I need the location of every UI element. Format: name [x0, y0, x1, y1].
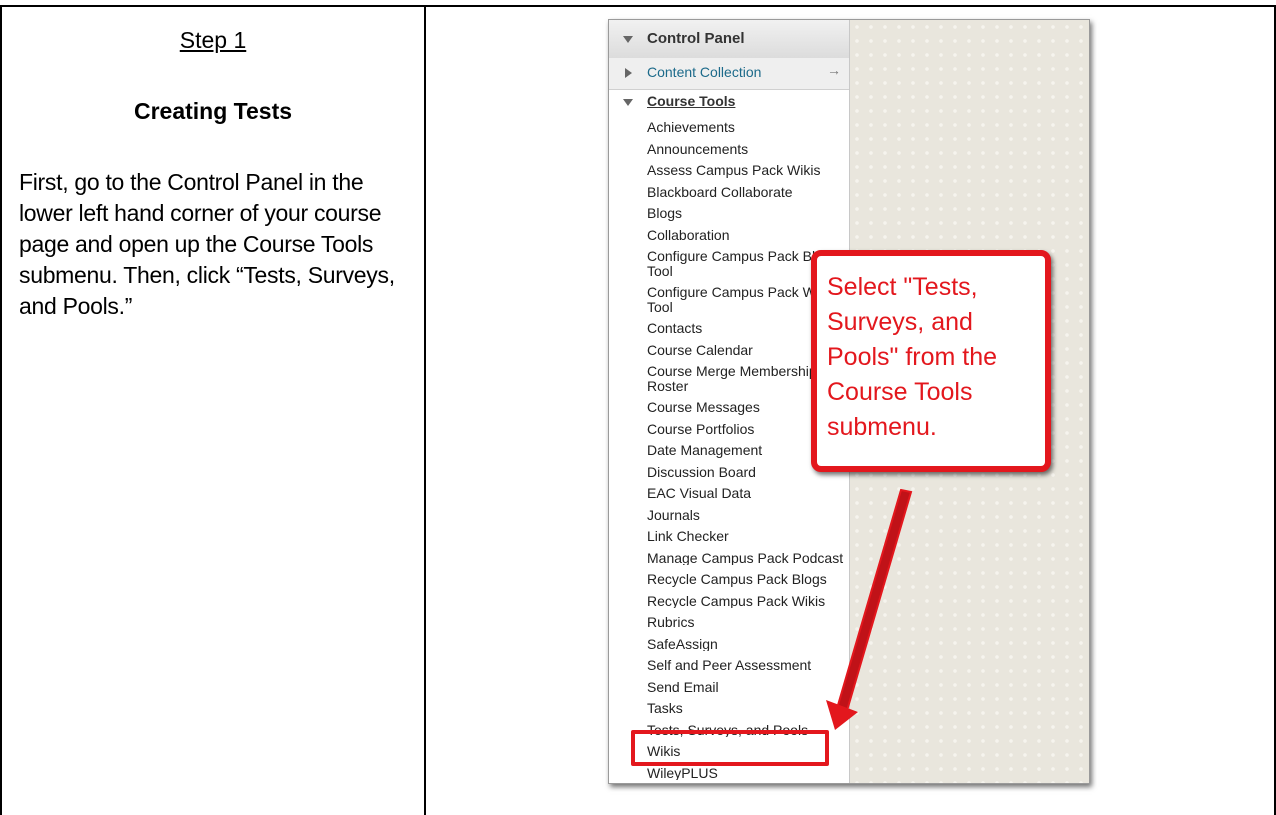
course-tool-item[interactable]: Journals — [647, 508, 847, 523]
course-tool-item[interactable]: Collaboration — [647, 228, 847, 243]
instruction-cell: Step 1 Creating Tests First, go to the C… — [2, 7, 424, 815]
callout-text: Select "Tests, Surveys, and Pools" from … — [827, 273, 998, 441]
course-tool-item[interactable]: Tasks — [647, 701, 847, 716]
course-tool-item[interactable]: Recycle Campus Pack Wikis — [647, 594, 847, 609]
expand-triangle-icon — [625, 68, 632, 78]
table-column-divider — [424, 7, 426, 815]
collapse-triangle-icon — [623, 36, 633, 43]
course-tools-label: Course Tools — [647, 93, 736, 109]
course-tool-item[interactable]: EAC Visual Data — [647, 486, 847, 501]
control-panel-header[interactable]: Control Panel — [609, 20, 849, 59]
course-tools-item[interactable]: Course Tools — [609, 90, 849, 114]
tests-surveys-pools-highlight — [631, 730, 829, 766]
step-title: Step 1 — [179, 27, 247, 53]
control-panel-title: Control Panel — [647, 30, 745, 47]
course-tool-item[interactable]: Announcements — [647, 142, 847, 157]
course-tool-item[interactable]: Link Checker — [647, 529, 847, 544]
course-tool-item[interactable]: Achievements — [647, 120, 847, 135]
right-arrow-icon: → — [827, 62, 841, 78]
instruction-text: First, go to the Control Panel in the lo… — [19, 169, 395, 319]
content-collection-item[interactable]: Content Collection → — [609, 58, 849, 90]
collapse-triangle-icon — [623, 99, 633, 106]
course-tool-item[interactable]: Send Email — [647, 680, 847, 695]
section-heading: Creating Tests — [133, 98, 293, 124]
course-tool-item[interactable]: Rubrics — [647, 615, 847, 630]
course-tool-item[interactable]: Manage Campus Pack Podcast — [647, 551, 847, 566]
course-tool-item[interactable]: Blogs — [647, 206, 847, 221]
course-tool-item[interactable]: Assess Campus Pack Wikis — [647, 163, 847, 178]
content-collection-label: Content Collection — [647, 64, 762, 80]
course-tool-item[interactable]: Blackboard Collaborate — [647, 185, 847, 200]
course-tool-item[interactable]: Self and Peer Assessment — [647, 658, 847, 673]
course-tool-item[interactable]: WileyPLUS — [647, 766, 847, 781]
instruction-callout: Select "Tests, Surveys, and Pools" from … — [811, 250, 1051, 472]
course-tool-item[interactable]: SafeAssign — [647, 637, 847, 652]
course-tool-item[interactable]: Recycle Campus Pack Blogs — [647, 572, 847, 587]
